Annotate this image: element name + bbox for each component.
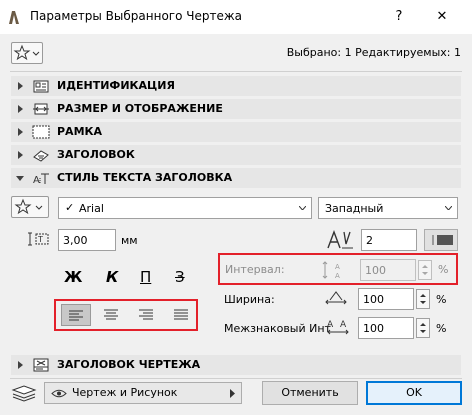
- width-value: 100: [363, 293, 384, 306]
- spinner-arrows-icon: [422, 265, 428, 275]
- section-label: РАМКА: [57, 125, 103, 138]
- percent-label: %: [436, 293, 447, 306]
- italic-button[interactable]: К: [106, 268, 118, 286]
- expand-arrow-icon: [18, 151, 23, 159]
- section-label: ЗАГОЛОВОК: [57, 148, 135, 161]
- svg-text:A: A: [335, 272, 340, 280]
- spinner-arrows-icon: [420, 294, 426, 304]
- align-left-button[interactable]: [61, 304, 91, 326]
- align-center-button[interactable]: [96, 304, 126, 326]
- svg-text:A: A: [340, 320, 347, 330]
- text-size-value: 3,00: [63, 234, 88, 247]
- text-size-field[interactable]: 3,00: [58, 229, 116, 251]
- text-width-icon: [325, 291, 347, 305]
- line-spacing-icon: A A: [322, 261, 340, 280]
- check-icon: ✓: [65, 201, 75, 214]
- svg-text:T: T: [37, 235, 43, 244]
- expand-arrow-icon: [18, 82, 23, 90]
- id-card-icon: [33, 80, 49, 93]
- pen-color-icon: [327, 230, 353, 249]
- font-select[interactable]: ✓ Arial: [58, 197, 312, 219]
- color-swatch-icon: [432, 235, 453, 245]
- justify-icon: [174, 309, 188, 320]
- section-label: ИДЕНТИФИКАЦИЯ: [57, 79, 175, 92]
- width-spinner[interactable]: [416, 289, 430, 309]
- window-title: Параметры Выбранного Чертежа: [30, 9, 243, 23]
- style-favorites-button[interactable]: [11, 196, 49, 218]
- ok-button[interactable]: OK: [366, 381, 462, 405]
- section-drawing-title[interactable]: ЗАГОЛОВОК ЧЕРТЕЖА: [11, 355, 461, 375]
- section-label: ЗАГОЛОВОК ЧЕРТЕЖА: [57, 358, 201, 371]
- svg-text:A: A: [335, 263, 340, 271]
- text-size-icon: T: [28, 232, 49, 246]
- size-display-icon: [33, 103, 49, 115]
- width-field[interactable]: 100: [358, 288, 414, 310]
- script-value: Западный: [325, 202, 384, 215]
- app-icon: [6, 9, 22, 25]
- drawing-title-icon: [33, 358, 49, 372]
- chevron-right-icon: [230, 389, 235, 398]
- chevron-down-icon: [445, 206, 452, 210]
- char-spacing-label: Межзнаковый Инт: [224, 322, 331, 335]
- expand-arrow-icon: [18, 361, 23, 369]
- svg-text:A: A: [33, 175, 40, 186]
- layer-select[interactable]: Чертеж и Рисунок: [44, 382, 242, 404]
- pen-number-field[interactable]: 2: [361, 229, 417, 251]
- percent-label: %: [438, 263, 449, 276]
- font-name: Arial: [79, 202, 104, 215]
- align-right-icon: [139, 309, 153, 320]
- spinner-arrows-icon: [420, 323, 426, 333]
- selection-count: Выбрано: 1 Редактируемых: 1: [286, 46, 461, 59]
- eye-icon: [51, 389, 67, 398]
- title-icon: [33, 150, 49, 162]
- svg-text:A: A: [327, 320, 334, 330]
- text-style-icon: A: [33, 173, 49, 186]
- star-icon: [13, 44, 40, 61]
- help-button[interactable]: ?: [384, 4, 414, 30]
- section-title[interactable]: ЗАГОЛОВОК: [11, 145, 461, 165]
- char-spacing-spinner[interactable]: [416, 318, 430, 338]
- script-select[interactable]: Западный: [318, 197, 458, 219]
- section-size-display[interactable]: РАЗМЕР И ОТОБРАЖЕНИЕ: [11, 99, 461, 119]
- cancel-button[interactable]: Отменить: [262, 381, 358, 405]
- justify-button[interactable]: [166, 304, 196, 326]
- percent-label: %: [436, 322, 447, 335]
- layers-icon: [11, 385, 37, 402]
- alignment-group-highlight: [54, 299, 198, 331]
- strikethrough-button[interactable]: З: [175, 268, 185, 286]
- close-button[interactable]: ✕: [427, 4, 457, 30]
- section-label: РАЗМЕР И ОТОБРАЖЕНИЕ: [57, 102, 223, 115]
- expand-arrow-icon: [18, 105, 23, 113]
- pen-number-value: 2: [366, 234, 373, 247]
- line-spacing-field: 100: [360, 259, 416, 281]
- line-spacing-spinner: [418, 260, 432, 280]
- bold-button[interactable]: Ж: [64, 268, 82, 286]
- section-title-text-style[interactable]: A СТИЛЬ ТЕКСТА ЗАГОЛОВКА: [11, 168, 461, 188]
- divider: [10, 71, 462, 72]
- chevron-down-icon: [299, 206, 306, 210]
- expand-arrow-icon: [18, 128, 23, 136]
- star-icon: [14, 198, 43, 215]
- collapse-arrow-icon: [16, 176, 24, 181]
- line-spacing-label: Интервал:: [225, 263, 285, 276]
- char-spacing-value: 100: [363, 322, 384, 335]
- line-spacing-highlight: Интервал: A A 100 %: [218, 253, 458, 285]
- align-right-button[interactable]: [131, 304, 161, 326]
- underline-button[interactable]: П: [140, 268, 151, 286]
- layer-name: Чертеж и Рисунок: [72, 386, 178, 399]
- align-left-icon: [69, 310, 83, 321]
- section-label: СТИЛЬ ТЕКСТА ЗАГОЛОВКА: [57, 171, 233, 184]
- align-center-icon: [104, 309, 118, 320]
- favorites-button[interactable]: [11, 42, 43, 64]
- section-identification[interactable]: ИДЕНТИФИКАЦИЯ: [11, 76, 461, 96]
- divider: [10, 378, 462, 379]
- width-label: Ширина:: [224, 293, 275, 306]
- size-unit: мм: [121, 234, 138, 247]
- char-spacing-icon: A A: [327, 320, 349, 335]
- section-frame[interactable]: РАМКА: [11, 122, 461, 142]
- pen-color-swatch[interactable]: [424, 229, 458, 251]
- char-spacing-field[interactable]: 100: [358, 317, 414, 339]
- line-spacing-value: 100: [365, 264, 386, 277]
- frame-icon: [32, 125, 50, 139]
